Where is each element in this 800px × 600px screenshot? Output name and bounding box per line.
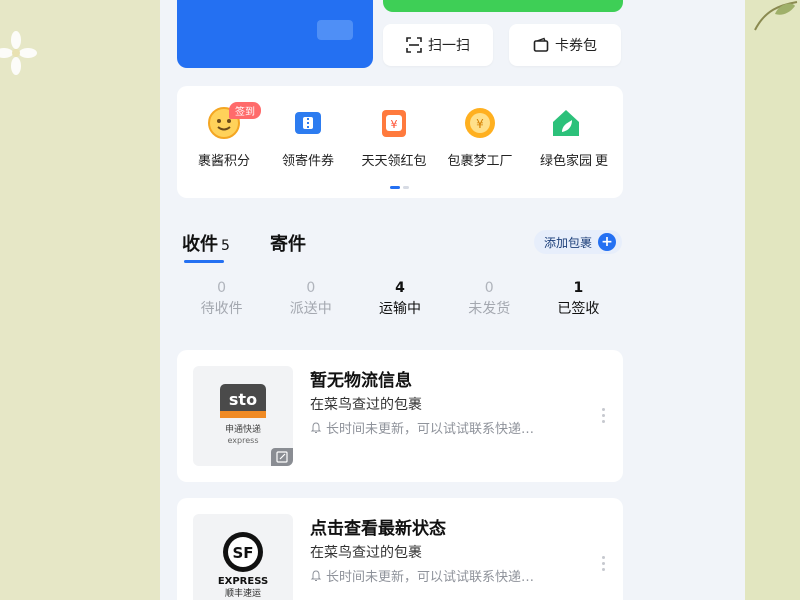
package-note: 长时间未更新，可以试试联系快递… — [310, 566, 534, 585]
edit-icon[interactable] — [271, 448, 293, 466]
wallet-icon — [533, 37, 549, 52]
green-action-card[interactable] — [383, 0, 623, 12]
indicator-dot — [403, 186, 409, 189]
sf-logo-icon: SF EXPRESS 顺丰速运 — [218, 532, 268, 599]
service-points[interactable]: 签到 裹酱积分 — [181, 102, 267, 169]
status-filter-row: 0 待收件 0 派送中 4 运输中 0 未发货 1 已签收 — [177, 280, 623, 330]
status-in-transit[interactable]: 4 运输中 — [355, 280, 444, 330]
status-count: 0 — [484, 280, 494, 296]
package-note-text: 长时间未更新，可以试试联系快递… — [326, 570, 535, 585]
app-screen: 扫一扫 卡券包 签到 裹酱积分 领寄件券 ¥ 天天领红包 ¥ 包裹梦工厂 绿色家… — [160, 0, 745, 600]
coupon-wallet-button[interactable]: 卡券包 — [509, 24, 621, 66]
status-count: 4 — [395, 280, 405, 296]
left-background — [0, 0, 160, 600]
status-delivering[interactable]: 0 派送中 — [266, 280, 355, 330]
checkin-badge: 签到 — [229, 102, 261, 119]
status-label: 待收件 — [200, 301, 243, 317]
package-note-text: 长时间未更新，可以试试联系快递… — [326, 422, 535, 437]
more-icon — [595, 106, 623, 140]
carrier-logo-text: SF — [232, 544, 253, 562]
bell-icon — [310, 421, 322, 433]
status-pending-pickup[interactable]: 0 待收件 — [177, 280, 266, 330]
service-more[interactable]: 更 — [595, 106, 623, 169]
tab-send-label: 寄件 — [270, 234, 306, 255]
status-count: 0 — [306, 280, 316, 296]
service-label: 裹酱积分 — [197, 154, 250, 169]
add-package-label: 添加包裹 — [543, 235, 592, 250]
carousel-indicator — [390, 186, 409, 189]
package-subtitle: 在菜鸟查过的包裹 — [310, 545, 422, 561]
more-options-icon[interactable] — [602, 556, 605, 571]
scan-label: 扫一扫 — [428, 38, 470, 54]
status-label: 运输中 — [379, 301, 421, 317]
tab-receive-count: 5 — [221, 238, 230, 254]
status-label: 未发货 — [468, 301, 511, 317]
service-red-envelope[interactable]: ¥ 天天领红包 — [351, 106, 437, 169]
account-card[interactable] — [177, 0, 373, 68]
green-home-icon — [549, 106, 583, 140]
scan-button[interactable]: 扫一扫 — [383, 24, 493, 66]
svg-text:¥: ¥ — [476, 117, 484, 131]
service-label: 天天领红包 — [361, 154, 427, 169]
tab-receive-label: 收件 — [182, 234, 218, 255]
indicator-dot-active — [390, 186, 400, 189]
active-tab-indicator — [184, 260, 224, 263]
service-label: 更 — [595, 154, 609, 169]
svg-text:¥: ¥ — [391, 118, 398, 131]
right-background — [745, 0, 800, 600]
coupon-label: 卡券包 — [555, 38, 597, 54]
tab-receive[interactable]: 收件 5 — [182, 230, 230, 256]
status-count: 1 — [573, 280, 584, 296]
status-label: 派送中 — [289, 301, 332, 317]
package-subtitle: 在菜鸟查过的包裹 — [310, 397, 422, 413]
package-title: 暂无物流信息 — [310, 371, 412, 391]
card-chip — [317, 20, 353, 40]
coin-icon: ¥ — [463, 106, 497, 140]
leaf-icon — [754, 1, 798, 31]
service-label: 领寄件券 — [281, 154, 334, 169]
carrier-logo: sto 申通快递 express — [193, 366, 293, 466]
carrier-en: express — [228, 436, 259, 445]
carrier-logo: SF EXPRESS 顺丰速运 — [193, 514, 293, 600]
carrier-en: EXPRESS — [218, 576, 268, 587]
more-options-icon[interactable] — [602, 408, 605, 423]
status-count: 0 — [217, 280, 227, 296]
bell-icon — [310, 569, 322, 581]
package-title: 点击查看最新状态 — [310, 519, 446, 539]
ticket-icon — [291, 106, 325, 140]
status-not-shipped[interactable]: 0 未发货 — [445, 280, 534, 330]
add-package-button[interactable]: 添加包裹 + — [533, 230, 622, 254]
carrier-name: 申通快递 — [225, 423, 261, 435]
status-signed[interactable]: 1 已签收 — [534, 280, 623, 330]
status-label: 已签收 — [557, 301, 600, 317]
service-label: 包裹梦工厂 — [447, 154, 513, 169]
red-envelope-icon: ¥ — [377, 106, 411, 140]
package-card[interactable]: sto 申通快递 express 暂无物流信息 在菜鸟查过的包裹 长时间未更新，… — [177, 350, 623, 482]
package-card[interactable]: SF EXPRESS 顺丰速运 点击查看最新状态 在菜鸟查过的包裹 长时间未更新… — [177, 498, 623, 600]
package-tabs: 收件 5 寄件 添加包裹 + — [182, 230, 622, 266]
services-card: 签到 裹酱积分 领寄件券 ¥ 天天领红包 ¥ 包裹梦工厂 绿色家园 更 — [177, 86, 623, 198]
scan-icon — [406, 37, 422, 53]
tab-send[interactable]: 寄件 — [270, 230, 306, 256]
service-factory[interactable]: ¥ 包裹梦工厂 — [437, 106, 523, 169]
flower-icon — [0, 31, 37, 75]
carrier-logo-text: sto — [229, 390, 257, 409]
plus-icon: + — [598, 233, 616, 251]
carrier-name: 顺丰速运 — [225, 587, 261, 599]
package-note: 长时间未更新，可以试试联系快递… — [310, 418, 534, 437]
service-coupon[interactable]: 领寄件券 — [265, 106, 351, 169]
